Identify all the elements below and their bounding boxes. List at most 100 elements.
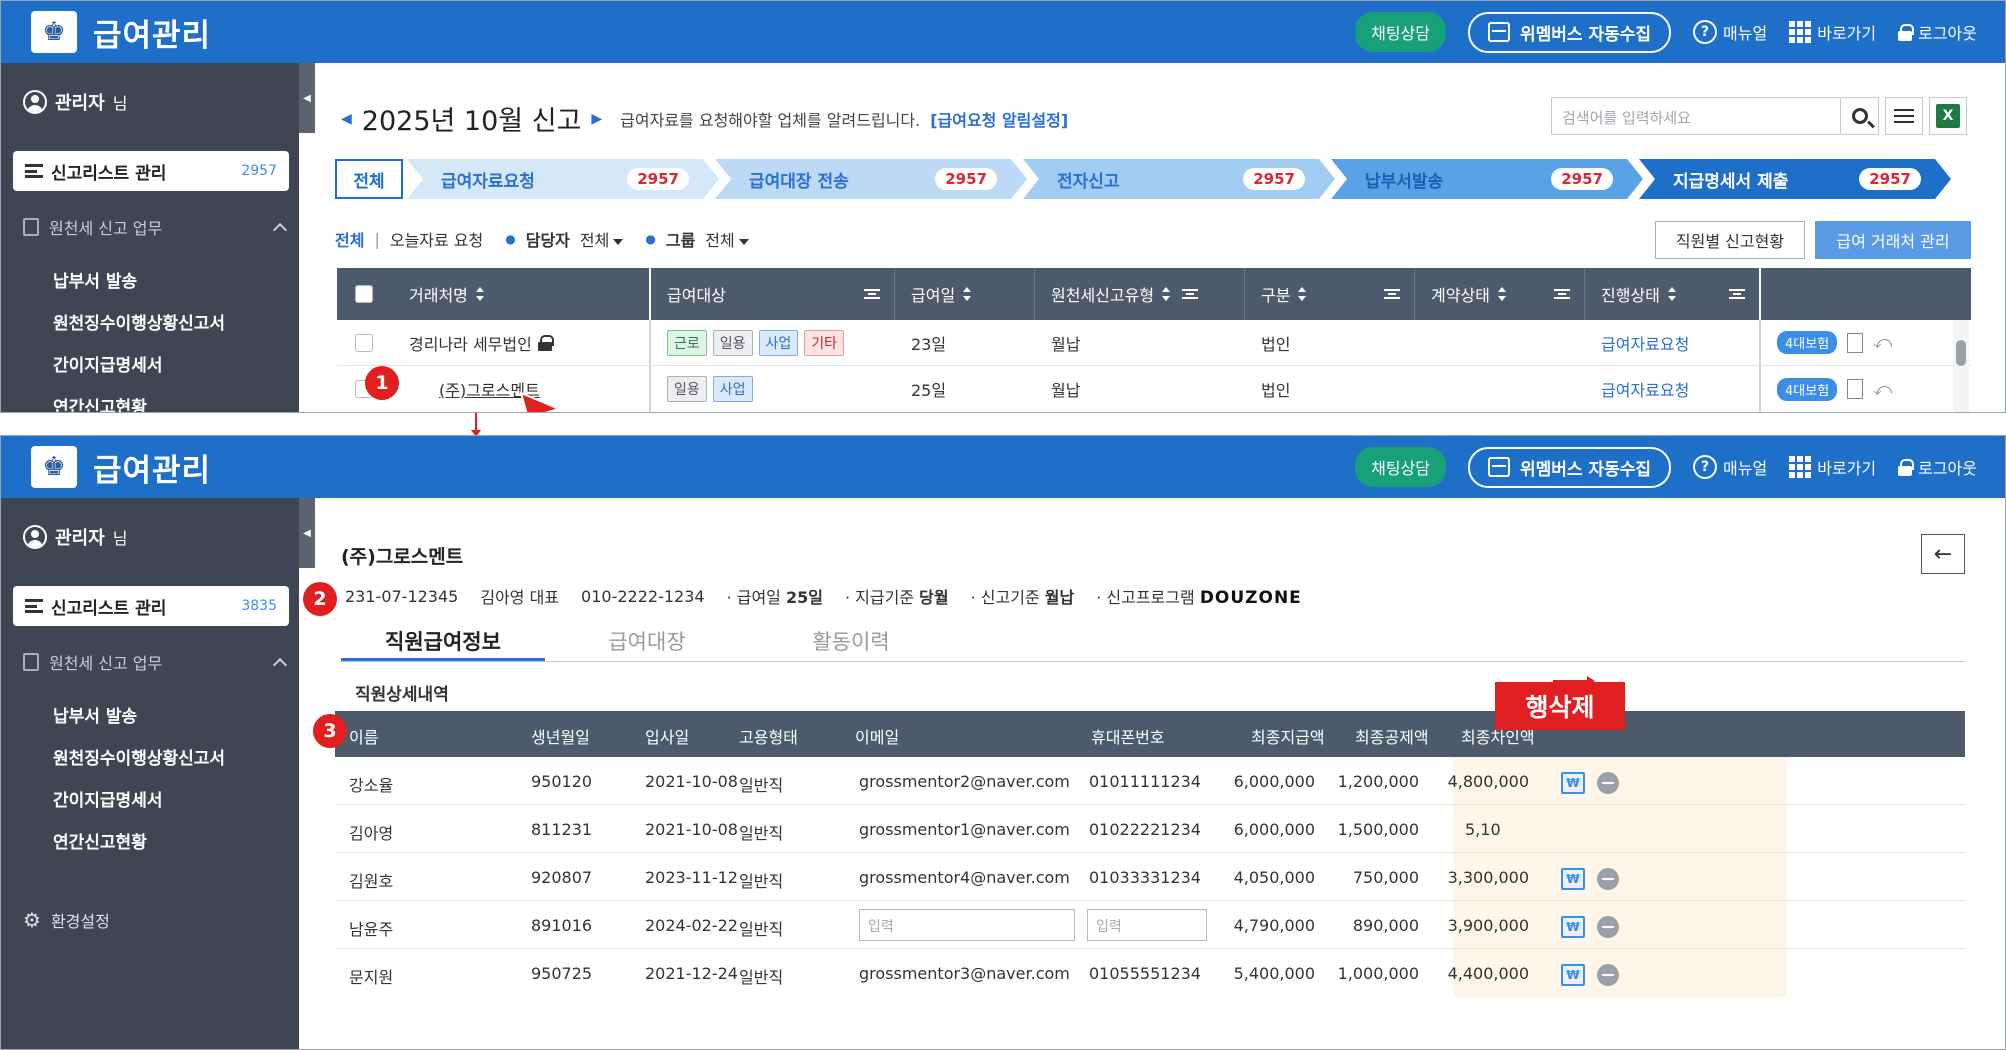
sidebar-item-simple-statement[interactable]: 간이지급명세서: [53, 351, 162, 376]
excel-button[interactable]: X: [1929, 97, 1967, 135]
table-row[interactable]: 강소율 950120 2021-10-08 일반직 grossmentor2@n…: [335, 757, 1965, 805]
emp-deduct: 1,200,000: [1337, 772, 1419, 791]
emp-name: 김원호: [349, 872, 394, 891]
admin-label: 관리자 님: [23, 524, 127, 550]
share-icon[interactable]: ⤺: [1873, 332, 1892, 353]
step-statement[interactable]: 지급명세서 제출 2957: [1639, 159, 1951, 199]
sidebar-item-payment[interactable]: 납부서 발송: [53, 702, 137, 727]
sidebar-item-annual-status[interactable]: 연간신고현황: [53, 828, 147, 853]
logout-link[interactable]: 로그아웃: [1898, 20, 1977, 44]
employee-status-button[interactable]: 직원별 신고현황: [1655, 221, 1805, 259]
employee-pay-icon[interactable]: ₩: [1561, 868, 1585, 890]
table-row[interactable]: 경리나라 세무법인 근로 일용 사업 기타 23일 월납 법인 급여자료요청 4대보험…: [337, 320, 1971, 366]
select-all-checkbox[interactable]: [355, 285, 373, 303]
search-input[interactable]: 검색어를 입력하세요: [1551, 97, 1841, 135]
emp-email: grossmentor2@naver.com: [859, 772, 1070, 791]
group-select[interactable]: 전체: [705, 227, 749, 251]
tab-pay-ledger[interactable]: 급여대장: [545, 622, 749, 661]
sidebar-item-simple-statement[interactable]: 간이지급명세서: [53, 786, 162, 811]
emp-birth: 811231: [531, 820, 593, 839]
back-button[interactable]: ←: [1921, 534, 1965, 574]
report-info: · 신고기준 월납: [970, 588, 1075, 607]
row-delete-icon[interactable]: [1597, 772, 1619, 794]
chevron-up-icon: [272, 657, 288, 672]
sidebar-section-withholding[interactable]: 원천세 신고 업무: [23, 650, 288, 674]
table-row[interactable]: 김아영 811231 2021-10-08 일반직 grossmentor1@n…: [335, 805, 1965, 853]
sidebar-item-withholding-report[interactable]: 원천징수이행상황신고서: [53, 744, 225, 769]
step-request[interactable]: 급여자료요청 2957: [407, 159, 719, 199]
sidebar-collapse-button[interactable]: ◀: [299, 498, 315, 568]
row-delete-icon[interactable]: [1597, 964, 1619, 986]
email-input[interactable]: 입력: [859, 909, 1075, 941]
sidebar-item-settings[interactable]: ⚙ 환경설정: [23, 908, 110, 932]
col-payday[interactable]: 급여일: [895, 268, 1035, 320]
sidebar-section-withholding[interactable]: 원천세 신고 업무: [23, 215, 288, 239]
alert-setting-link[interactable]: [급여요청 알림설정]: [930, 107, 1068, 131]
employee-pay-icon[interactable]: ₩: [1561, 964, 1585, 986]
sidebar-item-report-list[interactable]: 신고리스트 관리 2957: [13, 151, 289, 191]
insurance-badge[interactable]: 4대보험: [1777, 377, 1838, 401]
gear-icon: ⚙: [23, 908, 41, 932]
sidebar-item-annual-status[interactable]: 연간신고현황: [53, 393, 147, 412]
step-payment[interactable]: 납부서발송 2957: [1331, 159, 1643, 199]
document-icon: [23, 218, 39, 236]
step-e-report[interactable]: 전자신고 2957: [1023, 159, 1335, 199]
row-delete-icon[interactable]: [1597, 916, 1619, 938]
insurance-badge[interactable]: 4대보험: [1777, 331, 1838, 354]
table-row[interactable]: 문지원 950725 2021-12-24 일반직 grossmentor3@n…: [335, 949, 1965, 997]
sidebar-item-withholding-report[interactable]: 원천징수이행상황신고서: [53, 309, 225, 334]
filter-all[interactable]: 전체: [335, 227, 364, 251]
employee-pay-icon[interactable]: ₩: [1561, 772, 1585, 794]
col-client[interactable]: 거래처명: [393, 268, 651, 320]
auto-collect-button[interactable]: 위멤버스 자동수집: [1468, 446, 1672, 488]
tag-business: 사업: [758, 329, 799, 356]
tag-daily: 일용: [667, 376, 707, 402]
next-month-icon[interactable]: ▶: [591, 111, 602, 127]
prev-month-icon[interactable]: ◀: [341, 111, 352, 127]
manager-select[interactable]: 전체: [580, 227, 624, 251]
col-contract[interactable]: 계약상태: [1415, 268, 1585, 320]
auto-collect-button[interactable]: 위멤버스 자동수집: [1468, 11, 1672, 53]
step-all[interactable]: 전체: [335, 159, 403, 199]
chat-button[interactable]: 채팅상담: [1355, 447, 1446, 487]
manual-link[interactable]: ? 매뉴얼: [1693, 20, 1767, 44]
file-check-icon[interactable]: [1847, 332, 1864, 353]
tab-activity[interactable]: 활동이력: [749, 622, 953, 661]
client-manage-button[interactable]: 급여 거래처 관리: [1815, 221, 1971, 259]
table-row[interactable]: 김원호 920807 2023-11-12 일반직 grossmentor4@n…: [335, 853, 1965, 901]
shortcut-link[interactable]: 바로가기: [1789, 20, 1876, 44]
chat-button[interactable]: 채팅상담: [1355, 12, 1446, 52]
share-icon[interactable]: ⤺: [1873, 379, 1892, 400]
manual-link[interactable]: ? 매뉴얼: [1693, 455, 1767, 479]
logout-link[interactable]: 로그아웃: [1898, 455, 1977, 479]
emp-name: 남윤주: [349, 920, 394, 939]
row-delete-icon[interactable]: [1597, 868, 1619, 890]
list-view-button[interactable]: [1885, 97, 1923, 135]
filter-today[interactable]: 오늘자료 요청: [390, 227, 483, 251]
file-icon[interactable]: [1847, 379, 1864, 399]
search-button[interactable]: [1841, 97, 1879, 135]
table-row[interactable]: (주)그로스멘트 일용 사업 25일 월납 법인 급여자료요청 4대보험 ⤺: [337, 366, 1971, 412]
manager-label: 담당자: [525, 231, 570, 250]
progress-status-link[interactable]: 급여자료요청: [1601, 377, 1689, 401]
tab-employee-pay[interactable]: 직원급여정보: [341, 622, 545, 661]
col-progress[interactable]: 진행상태: [1585, 268, 1761, 320]
col-report-type[interactable]: 원천세신고유형: [1035, 268, 1245, 320]
col-kind[interactable]: 구분: [1245, 268, 1415, 320]
employee-pay-icon[interactable]: ₩: [1561, 916, 1585, 938]
progress-status-link[interactable]: 급여자료요청: [1601, 331, 1689, 355]
shortcut-link[interactable]: 바로가기: [1789, 455, 1876, 479]
client-name[interactable]: 경리나라 세무법인: [409, 331, 532, 355]
sidebar-item-payment[interactable]: 납부서 발송: [53, 267, 137, 292]
table-scrollbar[interactable]: [1953, 320, 1969, 412]
sidebar-item-report-list[interactable]: 신고리스트 관리 3835: [13, 586, 289, 626]
row-checkbox[interactable]: [355, 333, 373, 352]
phone-input[interactable]: 입력: [1087, 909, 1207, 941]
emp-net: 5,10: [1465, 820, 1501, 839]
step-ledger[interactable]: 급여대장 전송 2957: [715, 159, 1027, 199]
sidebar-collapse-button[interactable]: ◀: [299, 63, 315, 133]
emp-deduct: 890,000: [1352, 916, 1419, 935]
col-target[interactable]: 급여대상: [651, 268, 895, 320]
table-row[interactable]: 남윤주 891016 2024-02-22 일반직 입력 입력 4,790,00…: [335, 901, 1965, 949]
tag-other: 기타: [804, 329, 845, 356]
